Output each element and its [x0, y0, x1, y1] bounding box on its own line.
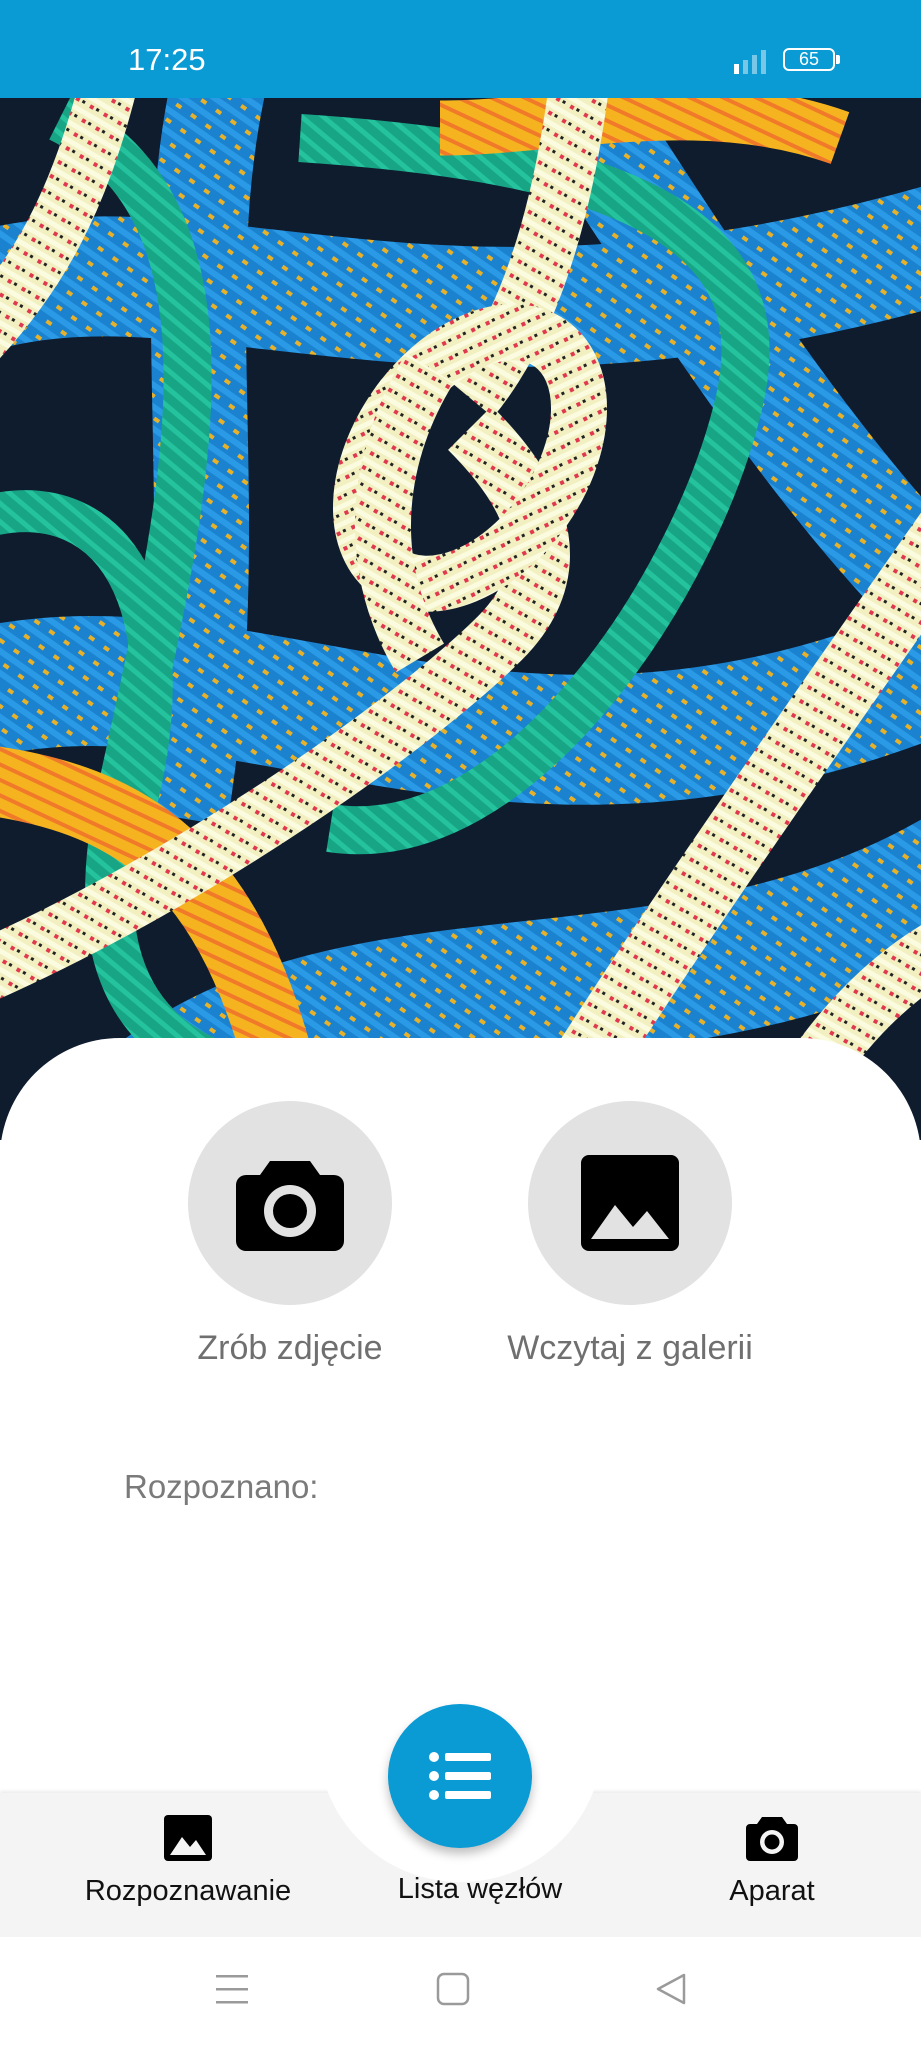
load-gallery-button[interactable]: Wczytaj z galerii	[480, 1101, 780, 1368]
load-gallery-label: Wczytaj z galerii	[507, 1329, 753, 1367]
nav-item-camera[interactable]: Aparat	[712, 1815, 832, 1908]
main-panel: Zrób zdjęcie Wczytaj z galerii Rozpoznan…	[0, 1038, 921, 1798]
take-photo-circle[interactable]	[188, 1101, 392, 1305]
signal-icon	[734, 50, 766, 74]
system-navigation-bar	[0, 1937, 921, 2048]
battery-icon: 65	[783, 48, 840, 71]
knot-list-fab[interactable]	[388, 1704, 532, 1848]
image-icon	[581, 1155, 679, 1251]
recognized-label: Rozpoznano:	[124, 1468, 319, 1505]
status-time: 17:25	[128, 42, 206, 77]
take-photo-button[interactable]: Zrób zdjęcie	[140, 1101, 440, 1368]
take-photo-label: Zrób zdjęcie	[197, 1329, 383, 1367]
menu-icon[interactable]	[214, 1972, 250, 2006]
load-gallery-circle[interactable]	[528, 1101, 732, 1305]
rope-knot-photo	[0, 98, 921, 1140]
hero-rope-image	[0, 98, 921, 1140]
status-bar: 17:25 65	[0, 0, 921, 98]
list-icon	[429, 1752, 491, 1800]
back-icon[interactable]	[654, 1972, 688, 2006]
nav-label-recognition: Rozpoznawanie	[84, 1875, 292, 1907]
battery-level: 65	[798, 49, 820, 69]
home-icon[interactable]	[436, 1972, 470, 2006]
camera-icon	[236, 1161, 344, 1251]
image-icon	[164, 1815, 212, 1861]
camera-icon	[746, 1817, 798, 1861]
nav-label-camera: Aparat	[729, 1875, 815, 1907]
nav-item-recognition[interactable]: Rozpoznawanie	[78, 1815, 298, 1908]
